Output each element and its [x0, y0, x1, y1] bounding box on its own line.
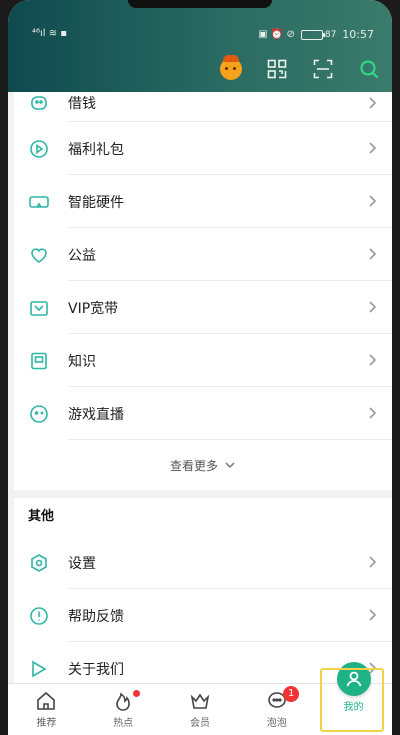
chevron-right-icon [369, 97, 377, 109]
status-right: ▣ ⏰ ⊘ 87 10:57 [258, 28, 374, 41]
menu-item-label: 关于我们 [68, 661, 124, 678]
menu-item-label: 智能硬件 [68, 194, 124, 211]
qr-code-icon [267, 59, 287, 79]
chevron-right-icon [369, 556, 377, 568]
tab-member[interactable]: 会员 [162, 684, 239, 735]
help-icon [28, 605, 50, 627]
home-icon [37, 691, 56, 710]
status-left: ⁴⁶ıl ≋ ▪ [32, 28, 67, 39]
mascot-button[interactable] [218, 55, 244, 82]
signal-wifi-icon: ⁴⁶ıl ≋ ▪ [32, 28, 68, 39]
tab-hot[interactable]: 热点 [85, 684, 162, 735]
chevron-right-icon [369, 354, 377, 366]
menu-item-label: 公益 [68, 247, 96, 264]
notification-dot [132, 690, 140, 697]
menu-item-settings[interactable]: 设置 [14, 536, 392, 589]
unread-badge: 1 [283, 686, 300, 702]
menu-item-hardware[interactable]: 智能硬件 [14, 175, 392, 228]
menu-item-label: 知识 [68, 353, 96, 370]
see-more-button[interactable]: 查看更多 [14, 440, 392, 490]
header-toolbar [218, 55, 382, 82]
tab-label: 热点 [113, 718, 134, 729]
menu-item-about[interactable]: 关于我们 [14, 642, 392, 683]
menu-item-label: 帮助反馈 [68, 608, 124, 625]
camera-notch [128, 0, 272, 8]
chevron-right-icon [369, 301, 377, 313]
menu-item-label: 福利礼包 [68, 141, 124, 158]
other-section: 其他 设置 帮助反馈 关于我们 [14, 498, 392, 683]
tab-label: 我的 [343, 702, 364, 713]
qr-code-button[interactable] [264, 56, 290, 82]
menu-item-label: 借钱 [68, 96, 96, 112]
menu-item-borrow[interactable]: 借钱 [14, 92, 392, 122]
tab-mine[interactable]: 我的 [315, 662, 392, 735]
section-gap [14, 490, 392, 498]
bottom-tab-bar: 推荐 热点 会员 1 泡泡 我的 [8, 662, 392, 735]
battery-icon [300, 29, 325, 40]
chevron-right-icon [369, 142, 377, 154]
menu-item-charity[interactable]: 公益 [14, 228, 392, 281]
chevron-down-icon [225, 462, 235, 469]
broadband-icon [28, 297, 50, 319]
scan-button[interactable] [310, 56, 336, 82]
mascot-icon [220, 55, 242, 80]
tab-bubble[interactable]: 1 泡泡 [238, 684, 315, 735]
menu-item-label: 设置 [68, 555, 96, 572]
search-icon [360, 60, 379, 79]
search-button[interactable] [356, 56, 382, 82]
game-live-icon [28, 403, 50, 425]
chevron-right-icon [369, 248, 377, 260]
menu-item-help[interactable]: 帮助反馈 [14, 589, 392, 642]
heart-icon [28, 244, 50, 266]
piggy-bank-icon [28, 92, 50, 114]
battery-level: 87 [324, 29, 337, 40]
profile-icon [336, 662, 371, 696]
chevron-right-icon [369, 407, 377, 419]
tab-label: 会员 [189, 718, 210, 729]
row-divider [68, 439, 392, 440]
scan-icon [313, 59, 333, 79]
service-list: 借钱 福利礼包 智能硬件 公益 VIP宽带 知识 游戏直播 查看更多 [14, 92, 392, 490]
status-time: 10:57 [342, 28, 374, 41]
menu-item-label: 游戏直播 [68, 406, 124, 423]
menu-item-vip-broadband[interactable]: VIP宽带 [14, 281, 392, 334]
tab-label: 泡泡 [266, 718, 287, 729]
settings-icon [28, 552, 50, 574]
top-header: ⁴⁶ıl ≋ ▪ ▣ ⏰ ⊘ 87 10:57 [8, 0, 392, 92]
vr-glasses-icon [28, 191, 50, 213]
chevron-right-icon [369, 195, 377, 207]
status-bar: ⁴⁶ıl ≋ ▪ ▣ ⏰ ⊘ 87 10:57 [8, 26, 392, 46]
chevron-right-icon [369, 609, 377, 621]
menu-item-gift[interactable]: 福利礼包 [14, 122, 392, 175]
menu-item-label: VIP宽带 [68, 300, 119, 317]
status-icons: ▣ ⏰ ⊘ [258, 29, 295, 40]
gift-play-icon [28, 138, 50, 160]
tab-recommend[interactable]: 推荐 [8, 684, 85, 735]
phone-screen: ⁴⁶ıl ≋ ▪ ▣ ⏰ ⊘ 87 10:57 借钱 福利礼包 智能硬件 公益 … [8, 0, 392, 735]
see-more-label: 查看更多 [169, 458, 218, 473]
about-icon [28, 658, 50, 680]
hot-flame-icon [116, 692, 130, 711]
section-title: 其他 [14, 498, 392, 536]
tab-label: 推荐 [36, 718, 57, 729]
crown-icon [190, 693, 210, 709]
menu-item-game-live[interactable]: 游戏直播 [14, 387, 392, 440]
menu-item-knowledge[interactable]: 知识 [14, 334, 392, 387]
scroll-content[interactable]: 借钱 福利礼包 智能硬件 公益 VIP宽带 知识 游戏直播 查看更多 其他 设置… [14, 92, 392, 683]
book-icon [28, 350, 50, 372]
